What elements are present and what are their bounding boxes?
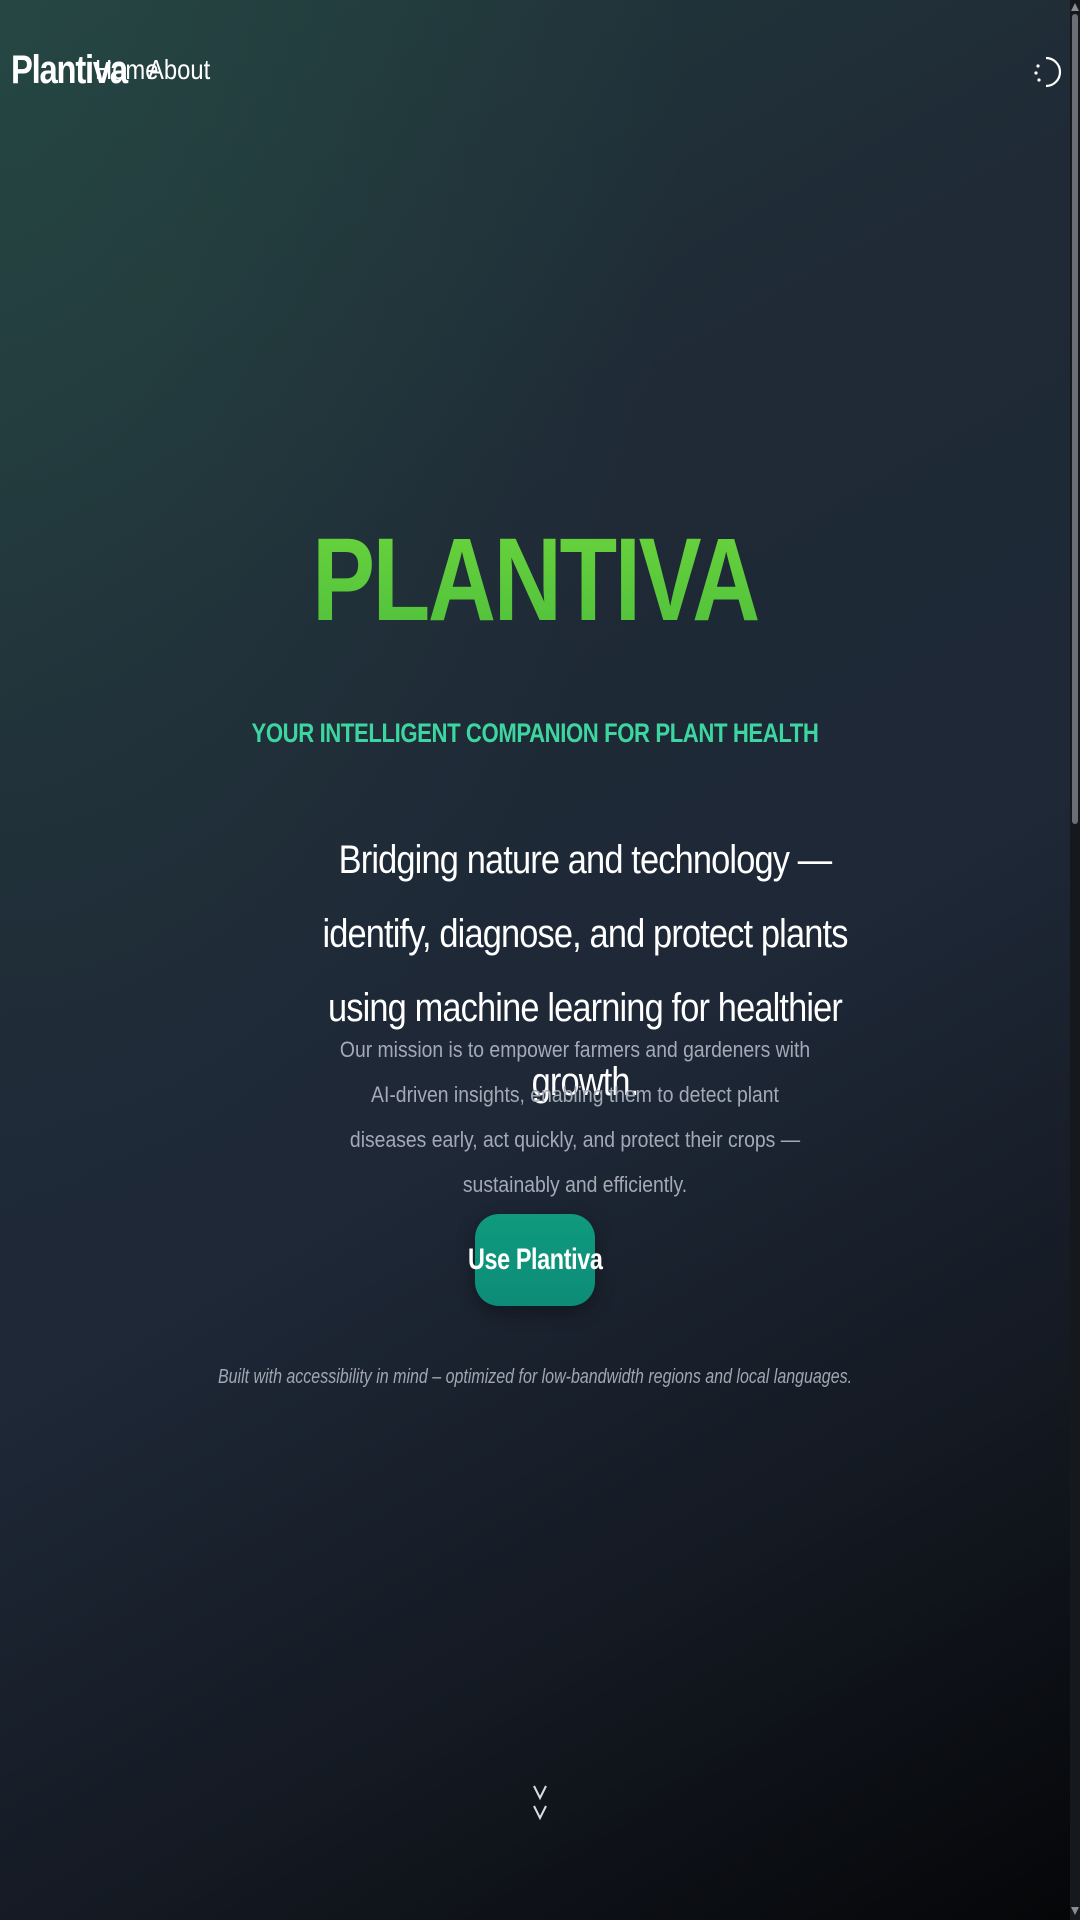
scrollbar-thumb[interactable] [1072, 14, 1078, 824]
double-chevron-down-icon [533, 1785, 547, 1821]
hero-tagline: YOUR INTELLIGENT COMPANION FOR PLANT HEA… [251, 718, 819, 748]
vertical-scrollbar[interactable] [1070, 0, 1080, 1920]
page: Plantiva Home About PLANTIVA YOUR INTELL… [0, 0, 1070, 1920]
scroll-down-button[interactable] [525, 1782, 555, 1826]
use-plantiva-button-label: Use Plantiva [467, 1243, 603, 1276]
moon-sun-icon [1034, 56, 1062, 88]
mission-text: Our mission is to empower farmers and ga… [339, 1037, 811, 1197]
accessibility-note: Built with accessibility in mind – optim… [217, 1366, 853, 1388]
scroll-down-arrow-icon[interactable] [1071, 1906, 1079, 1916]
scroll-up-arrow-icon[interactable] [1071, 2, 1079, 12]
use-plantiva-button[interactable]: Use Plantiva [468, 1214, 603, 1306]
top-nav: Plantiva Home About [0, 40, 1070, 110]
theme-toggle-button[interactable] [1030, 52, 1062, 92]
hero-title: PLANTIVA [107, 515, 963, 645]
nav-link-about[interactable]: About [148, 54, 210, 86]
